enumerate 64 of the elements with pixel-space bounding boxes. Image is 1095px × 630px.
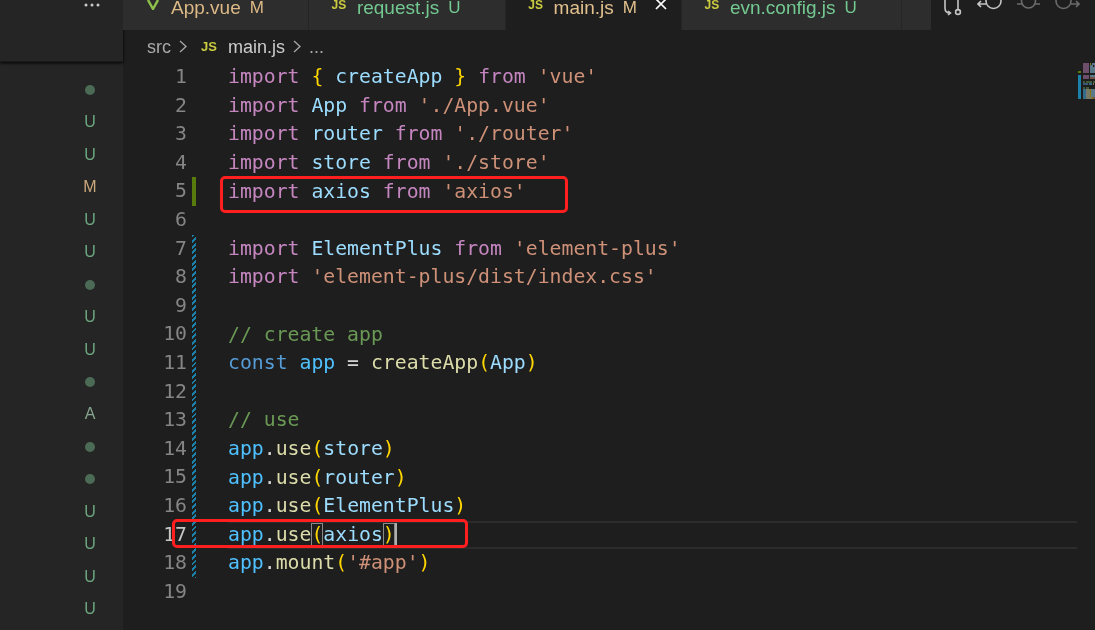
line-number: 1 — [175, 64, 187, 90]
line-number: 5 — [175, 178, 187, 205]
git-status-letter: U — [84, 502, 96, 521]
code-line: app.mount('#app') — [228, 551, 431, 576]
code-line: app.use(router) — [228, 465, 407, 490]
line-number: 2 — [175, 92, 187, 119]
line-number: 15 — [163, 464, 187, 491]
code-line: app.use(axios) — [228, 522, 395, 547]
line-number: 3 — [175, 121, 187, 148]
chevron-right-icon — [292, 40, 301, 53]
breadcrumb-item[interactable]: main.js — [227, 36, 285, 57]
tab[interactable]: JS main.js M — [505, 0, 682, 30]
file-type-icon: JS — [704, 0, 720, 10]
line-number: 6 — [175, 206, 187, 233]
git-status-letter: U — [84, 113, 96, 132]
breadcrumb-item[interactable]: ... — [308, 36, 324, 57]
code-line: import ElementPlus from 'element-plus' — [228, 236, 681, 261]
arrow-left-circle-icon[interactable] — [977, 0, 1002, 10]
line-number: 14 — [163, 435, 187, 462]
code-line: import router from './router' — [228, 122, 574, 147]
text-cursor-icon — [394, 522, 397, 547]
line-number: 13 — [163, 407, 187, 434]
line-number: 12 — [163, 378, 187, 405]
git-status-letter: M — [83, 178, 97, 197]
code-line: import App from './App.vue' — [228, 93, 550, 118]
file-type-icon: JS — [201, 40, 217, 53]
line-number: 16 — [163, 492, 187, 519]
code-line: import 'element-plus/dist/index.css' — [228, 265, 657, 290]
line-number: 8 — [175, 264, 187, 291]
code-line: import store from './store' — [228, 151, 550, 176]
code-line: app.use(store) — [228, 437, 395, 461]
arrow-right-circle-icon[interactable] — [1055, 0, 1080, 10]
line-number: 9 — [175, 292, 187, 319]
chevron-right-icon — [179, 40, 187, 53]
branch-compare-icon[interactable] — [942, 0, 962, 16]
minimap-drawing[interactable] — [1078, 63, 1095, 101]
line-number: 19 — [163, 578, 187, 605]
git-status-letter: A — [84, 405, 96, 424]
git-status-letter: U — [84, 145, 96, 164]
code-line: import axios from 'axios' — [228, 179, 526, 204]
git-status-letter: U — [84, 340, 96, 359]
close-icon[interactable] — [654, 0, 667, 10]
git-status-letter: U — [84, 567, 96, 586]
line-number: 10 — [163, 321, 187, 348]
git-status-letter: U — [84, 600, 96, 618]
git-status-letter: U — [84, 243, 96, 262]
git-status-letter: U — [84, 308, 96, 327]
file-type-icon: JS — [528, 0, 543, 10]
file-type-icon — [147, 0, 159, 10]
code-line: app.use(ElementPlus) — [228, 494, 467, 519]
line-number: 4 — [175, 149, 187, 176]
circle-line-icon[interactable] — [1017, 0, 1040, 10]
line-number: 18 — [163, 550, 187, 577]
code-line: // create app — [228, 322, 383, 347]
code-line: const app = createApp(App) — [228, 351, 538, 376]
git-status-letter: U — [84, 210, 96, 229]
line-number: 7 — [175, 235, 187, 262]
code-line: // use — [228, 408, 300, 433]
breadcrumb-item[interactable]: src — [147, 36, 171, 57]
file-type-icon: JS — [331, 0, 347, 10]
more-actions-icon[interactable] — [84, 3, 100, 7]
line-number: 11 — [163, 349, 187, 376]
git-status-letter: U — [84, 535, 96, 554]
code-line: import { createApp } from 'vue' — [228, 65, 598, 90]
